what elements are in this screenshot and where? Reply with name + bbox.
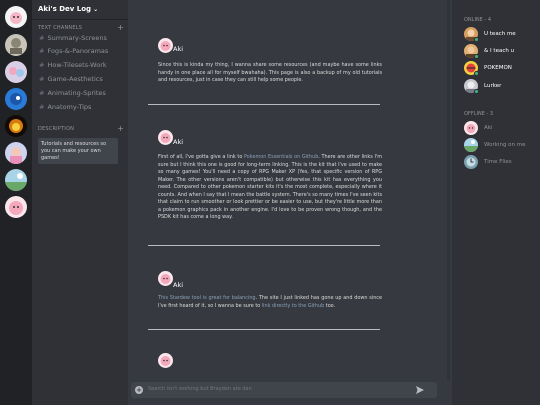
server-icon-pastel[interactable] <box>5 61 27 83</box>
channel-item[interactable]: # Summary-Screens <box>38 34 124 46</box>
online-status-icon <box>474 37 479 42</box>
message-body: This Stardew tool is great for balancing… <box>158 295 382 310</box>
message-text: Since this is kinda my thing, I wanna sh… <box>158 62 382 83</box>
avatar <box>464 121 478 135</box>
avatar[interactable] <box>158 38 173 53</box>
channel-label: How-Tilesets-Work <box>47 61 107 69</box>
channel-item[interactable]: # Fogs-&-Panoramas <box>38 47 124 59</box>
online-header: ONLINE - 4 <box>464 17 491 23</box>
member-list: ONLINE - 4 U teach me & I teach u POKEMO… <box>452 0 540 405</box>
channel-label: Summary-Screens <box>47 34 107 42</box>
channel-item[interactable]: # Game-Aesthetics <box>38 75 124 87</box>
member-name: Working on me <box>484 142 526 148</box>
channel-item[interactable]: # Anatomy-Tips <box>38 103 124 115</box>
message-text: . There are other links I'm sure but I t… <box>158 154 383 220</box>
message-text: First of all, I've gotta give a link to <box>158 154 245 160</box>
hash-icon: # <box>39 75 45 83</box>
message-link[interactable]: Pokemon Essentials on Github <box>244 154 318 160</box>
server-icon-landscape[interactable] <box>5 169 27 191</box>
hash-icon: # <box>39 89 45 97</box>
description-box: Tutorials and resources so you can make … <box>38 138 118 164</box>
member-item[interactable]: & I teach u <box>464 44 538 59</box>
category-text-channels[interactable]: TEXT CHANNELS + <box>38 23 124 32</box>
message-composer: + Search isn't working but Brayden ate d… <box>131 382 437 398</box>
divider <box>148 245 380 246</box>
member-item[interactable]: Aki <box>464 121 538 135</box>
divider <box>148 329 380 330</box>
message-author[interactable]: Aki <box>173 281 183 289</box>
avatar <box>464 155 478 169</box>
member-item[interactable]: Lurker <box>464 79 538 94</box>
message-link[interactable]: This Stardew tool is great for balancing <box>158 295 256 301</box>
message-area: Aki Since this is kinda my thing, I wann… <box>128 0 452 405</box>
server-icon-sketch[interactable] <box>5 34 27 56</box>
message-body: Since this is kinda my thing, I wanna sh… <box>158 62 382 85</box>
server-icon-girl[interactable] <box>5 142 27 164</box>
scrollbar[interactable] <box>447 0 450 380</box>
hash-icon: # <box>39 103 45 111</box>
guild-name: Aki's Dev Log <box>38 5 92 13</box>
offline-header: OFFLINE - 3 <box>464 111 494 117</box>
category-description[interactable]: DESCRIPTION + <box>38 124 124 133</box>
member-item[interactable]: U teach me <box>464 27 538 42</box>
channel-label: Game-Aesthetics <box>47 75 103 83</box>
message-author[interactable]: Aki <box>173 45 183 53</box>
member-item[interactable]: Working on me <box>464 138 538 152</box>
member-name: Aki <box>484 125 493 131</box>
message-link[interactable]: link directly to the Github <box>262 303 324 309</box>
member-name: POKEMON <box>484 65 512 71</box>
online-status-icon <box>474 71 479 76</box>
channel-sidebar: Aki's Dev Log ⌄ TEXT CHANNELS + # Summary-… <box>32 0 128 405</box>
member-name: Time Flies <box>484 159 512 165</box>
online-status-icon <box>474 89 479 94</box>
channel-label: Anatomy-Tips <box>47 103 92 111</box>
server-icon-fire[interactable] <box>5 115 27 137</box>
hash-icon: # <box>39 61 45 69</box>
server-icon-pig[interactable] <box>5 196 27 218</box>
channel-label: Animating-Sprites <box>47 89 106 97</box>
send-icon[interactable] <box>415 385 425 395</box>
member-name: & I teach u <box>484 48 515 54</box>
channel-item[interactable]: # Animating-Sprites <box>38 89 124 101</box>
hash-icon: # <box>39 47 45 55</box>
channel-label: Fogs-&-Panoramas <box>47 47 109 55</box>
add-channel-icon[interactable]: + <box>117 23 124 32</box>
message-input[interactable]: Search isn't working but Brayden ate dan <box>148 386 252 392</box>
category-label: DESCRIPTION <box>38 126 75 132</box>
divider <box>148 104 380 105</box>
chevron-down-icon[interactable]: ⌄ <box>93 6 98 13</box>
message-text: too. <box>324 302 336 309</box>
avatar[interactable] <box>158 130 173 145</box>
member-name: Lurker <box>484 83 502 89</box>
member-item[interactable]: POKEMON <box>464 61 538 76</box>
member-item[interactable]: Time Flies <box>464 155 538 169</box>
server-icon-sonic[interactable] <box>5 88 27 110</box>
plus-icon[interactable]: + <box>135 386 143 394</box>
hash-icon: # <box>39 34 45 42</box>
guild-header[interactable]: Aki's Dev Log ⌄ <box>32 0 128 20</box>
server-icon-home[interactable] <box>5 6 27 28</box>
message-author[interactable]: Aki <box>173 138 183 146</box>
category-label: TEXT CHANNELS <box>38 25 83 31</box>
add-channel-icon[interactable]: + <box>117 124 124 133</box>
avatar <box>464 138 478 152</box>
member-name: U teach me <box>484 31 516 37</box>
description-text: Tutorials and resources so you can make … <box>41 141 107 161</box>
message-body: First of all, I've gotta give a link to … <box>158 154 382 222</box>
server-rail <box>0 0 32 405</box>
avatar[interactable] <box>158 353 173 368</box>
avatar[interactable] <box>158 271 173 286</box>
channel-item[interactable]: # How-Tilesets-Work <box>38 61 124 73</box>
online-status-icon <box>474 54 479 59</box>
